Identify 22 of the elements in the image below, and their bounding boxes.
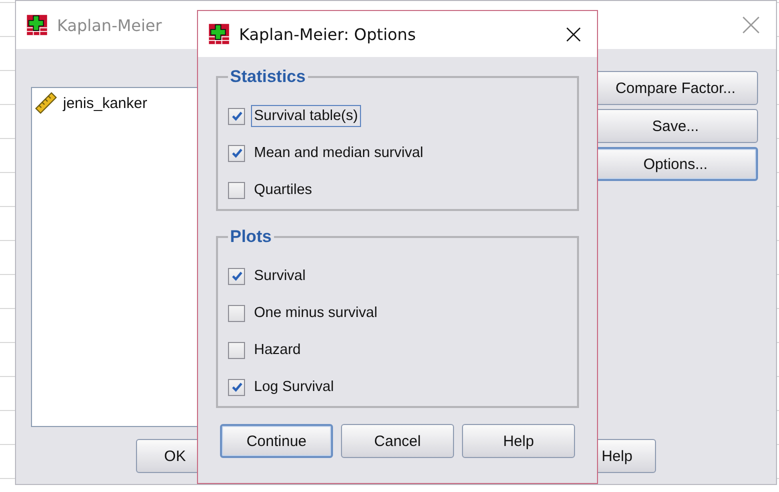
checkbox-label[interactable]: Quartiles	[251, 179, 316, 201]
app-icon	[26, 14, 48, 36]
dialog-button[interactable]: Cancel	[341, 424, 454, 458]
variable-name: jenis_kanker	[63, 94, 148, 112]
dialog-button[interactable]: Help	[462, 424, 575, 458]
group-title: Plots	[229, 227, 273, 247]
checkbox[interactable]	[228, 342, 245, 358]
app-icon	[208, 23, 230, 45]
checkbox[interactable]	[228, 378, 245, 396]
checkbox-label[interactable]: Hazard	[251, 339, 304, 361]
checkbox[interactable]	[228, 304, 245, 322]
close-icon[interactable]	[566, 26, 581, 42]
checkbox[interactable]	[228, 108, 245, 124]
checkbox-label[interactable]: Survival	[251, 265, 309, 287]
group-title: Statistics	[229, 67, 307, 87]
checkbox[interactable]	[228, 144, 245, 162]
checkbox[interactable]	[228, 268, 245, 284]
window-title: Kaplan-Meier	[57, 16, 162, 34]
window-title: Kaplan-Meier: Options	[239, 24, 416, 44]
checkbox-label[interactable]: Survival table(s)	[251, 105, 361, 127]
checkbox[interactable]	[228, 182, 245, 198]
dialog-button[interactable]: Continue	[220, 424, 333, 458]
